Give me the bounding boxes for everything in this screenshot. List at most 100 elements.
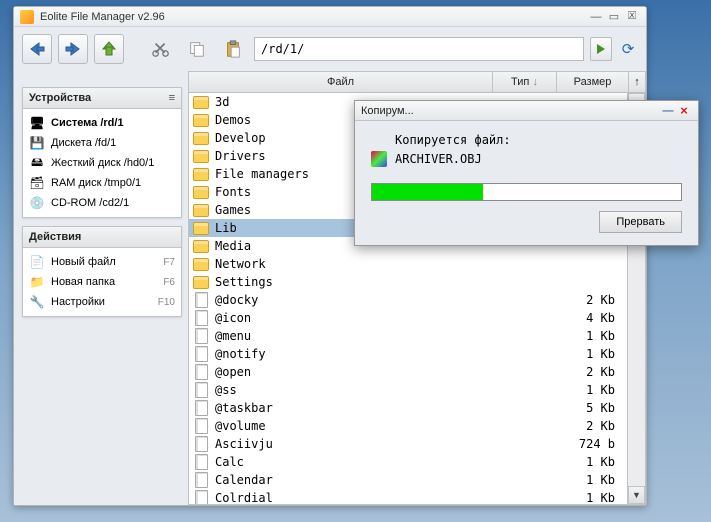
folder-icon [193,238,209,254]
main-window: Eolite File Manager v2.96 — ▭ 🗵 ⟳ [13,6,647,506]
file-size: 5 Kb [555,401,627,415]
file-row[interactable]: Calendar 1 Kb [189,471,627,489]
file-name: @volume [215,419,479,433]
file-row[interactable]: Calc1 Kb [189,453,627,471]
action-item[interactable]: НастройкиF10 [27,292,177,312]
folder-icon [193,94,209,110]
forward-button[interactable] [58,34,88,64]
file-row[interactable]: @open 2 Kb [189,363,627,381]
go-button[interactable] [590,37,612,61]
window-title: Eolite File Manager v2.96 [40,11,586,23]
file-name: Asciivju [215,437,479,451]
device-label: CD-ROM /cd2/1 [51,197,129,209]
file-row[interactable]: Network [189,255,627,273]
file-size: 1 Kb [555,473,627,487]
file-size [589,275,601,289]
file-name: Calc [215,455,479,469]
file-icon [193,400,209,416]
file-icon [193,472,209,488]
device-item[interactable]: RAM диск /tmp0/1 [27,173,177,193]
dialog-label: Копируется файл: [395,133,682,147]
folder-icon [193,256,209,272]
hdd-icon [29,155,45,171]
maximize-button[interactable]: ▭ [606,9,622,24]
file-size [589,257,601,271]
file-row[interactable]: @notify1 Kb [189,345,627,363]
col-type-header[interactable]: Тип ↓ [492,71,556,93]
copy-button[interactable] [182,34,212,64]
device-label: Система /rd/1 [51,117,124,129]
file-icon [193,292,209,308]
panel-menu-icon[interactable]: ≡ [169,92,175,104]
folder-icon [193,274,209,290]
up-button[interactable] [94,34,124,64]
file-name: @icon [215,311,479,325]
back-button[interactable] [22,34,52,64]
device-item[interactable]: Жесткий диск /hd0/1 [27,153,177,173]
arrow-up-icon [99,40,119,58]
copy-icon [187,40,207,58]
newfolder-icon [29,274,45,290]
file-type [563,275,627,289]
device-item[interactable]: Система /rd/1 [27,113,177,133]
paste-button[interactable] [218,34,248,64]
file-icon [193,382,209,398]
dialog-title: Копирум... [361,105,660,117]
dialog-close-button[interactable]: × [676,104,692,118]
folder-icon [193,166,209,182]
file-name: Calendar [215,473,479,487]
titlebar[interactable]: Eolite File Manager v2.96 — ▭ 🗵 [14,7,646,27]
file-size: 2 Kb [555,365,627,379]
file-name: @docky [215,293,479,307]
file-name: @ss [215,383,479,397]
device-label: RAM диск /tmp0/1 [51,177,141,189]
cut-button[interactable] [146,34,176,64]
cancel-button[interactable]: Прервать [599,211,682,233]
minimize-button[interactable]: — [588,9,604,24]
newfile-icon [29,254,45,270]
close-button[interactable]: 🗵 [624,9,640,24]
file-icon [193,364,209,380]
action-item[interactable]: Новая папка F6 [27,272,177,292]
action-label: Новая папка [51,276,115,288]
file-row[interactable]: Settings [189,273,627,291]
file-size: 2 Kb [555,419,627,433]
column-headers: Файл Тип ↓ Размер ↑ [188,71,646,93]
file-row[interactable]: @ss1 Kb [189,381,627,399]
device-item[interactable]: Дискета /fd/1 [27,133,177,153]
file-row[interactable]: Asciivju724 b [189,435,627,453]
shortcut-label: F6 [163,277,175,288]
actions-panel-header: Действия [23,227,181,248]
reload-button[interactable]: ⟳ [618,37,638,61]
dialog-minimize-button[interactable]: — [660,104,676,118]
file-row[interactable]: @docky 2 Kb [189,291,627,309]
dialog-titlebar[interactable]: Копирум... — × [355,101,698,121]
file-row[interactable]: @menu1 Kb [189,327,627,345]
devices-panel-title: Устройства [29,92,91,104]
path-input[interactable] [254,37,584,61]
scissors-icon [151,40,171,58]
file-size: 2 Kb [555,293,627,307]
file-row[interactable]: @icon4 Kb [189,309,627,327]
file-icon [193,346,209,362]
file-name: @open [215,365,479,379]
folder-icon [193,184,209,200]
col-size-header[interactable]: Размер [556,71,628,93]
col-arrow-header[interactable]: ↑ [628,71,646,93]
file-size: 1 Kb [555,329,627,343]
file-name: @notify [215,347,479,361]
archive-icon [371,151,387,167]
file-row[interactable]: @volume 2 Kb [189,417,627,435]
device-label: Жесткий диск /hd0/1 [51,157,154,169]
file-row[interactable]: @taskbar5 Kb [189,399,627,417]
file-row[interactable]: Colrdial1 Kb [189,489,627,504]
action-item[interactable]: Новый файлF7 [27,252,177,272]
device-item[interactable]: CD-ROM /cd2/1 [27,193,177,213]
scroll-down-button[interactable]: ▼ [628,486,645,504]
file-icon [193,490,209,504]
arrow-left-icon [27,40,47,58]
progress-bar [371,183,682,201]
col-name-header[interactable]: Файл [188,71,492,93]
server-icon [29,115,45,131]
file-icon [193,436,209,452]
